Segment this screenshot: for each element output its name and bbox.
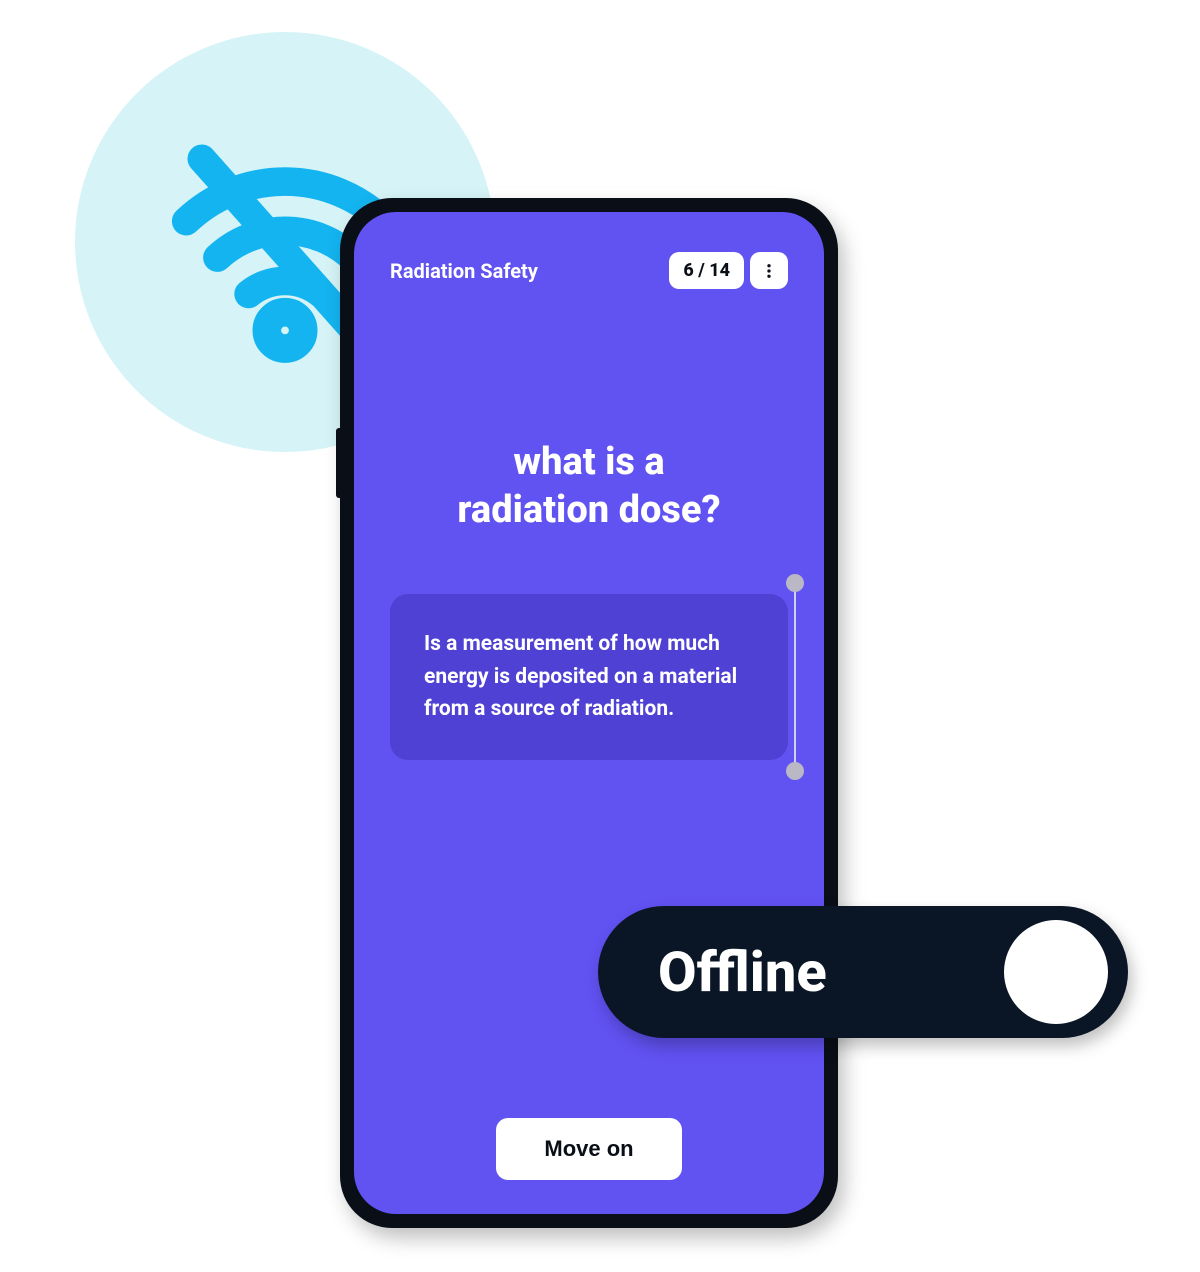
answer-card[interactable]: Is a measurement of how much energy is d… (390, 594, 788, 760)
resize-handle-top[interactable] (786, 574, 804, 592)
course-title: Radiation Safety (390, 259, 538, 283)
app-screen: Radiation Safety 6 / 14 what is aradiati… (354, 212, 824, 1214)
more-menu-button[interactable] (750, 252, 788, 289)
phone-mockup: Radiation Safety 6 / 14 what is aradiati… (340, 198, 838, 1228)
resize-handle-bottom[interactable] (786, 762, 804, 780)
progress-counter[interactable]: 6 / 14 (669, 252, 744, 289)
offline-toggle-label: Offline (658, 939, 827, 1005)
phone-side-button (336, 428, 340, 498)
question-heading: what is aradiation dose? (390, 439, 788, 534)
header-controls: 6 / 14 (669, 252, 788, 289)
resize-handle-line[interactable] (794, 582, 796, 772)
move-on-button[interactable]: Move on (496, 1118, 681, 1180)
offline-toggle[interactable]: Offline (598, 906, 1128, 1038)
offline-toggle-knob (1004, 920, 1108, 1024)
more-vertical-icon (760, 262, 778, 280)
app-header: Radiation Safety 6 / 14 (390, 252, 788, 289)
answer-block: Is a measurement of how much energy is d… (390, 594, 788, 760)
